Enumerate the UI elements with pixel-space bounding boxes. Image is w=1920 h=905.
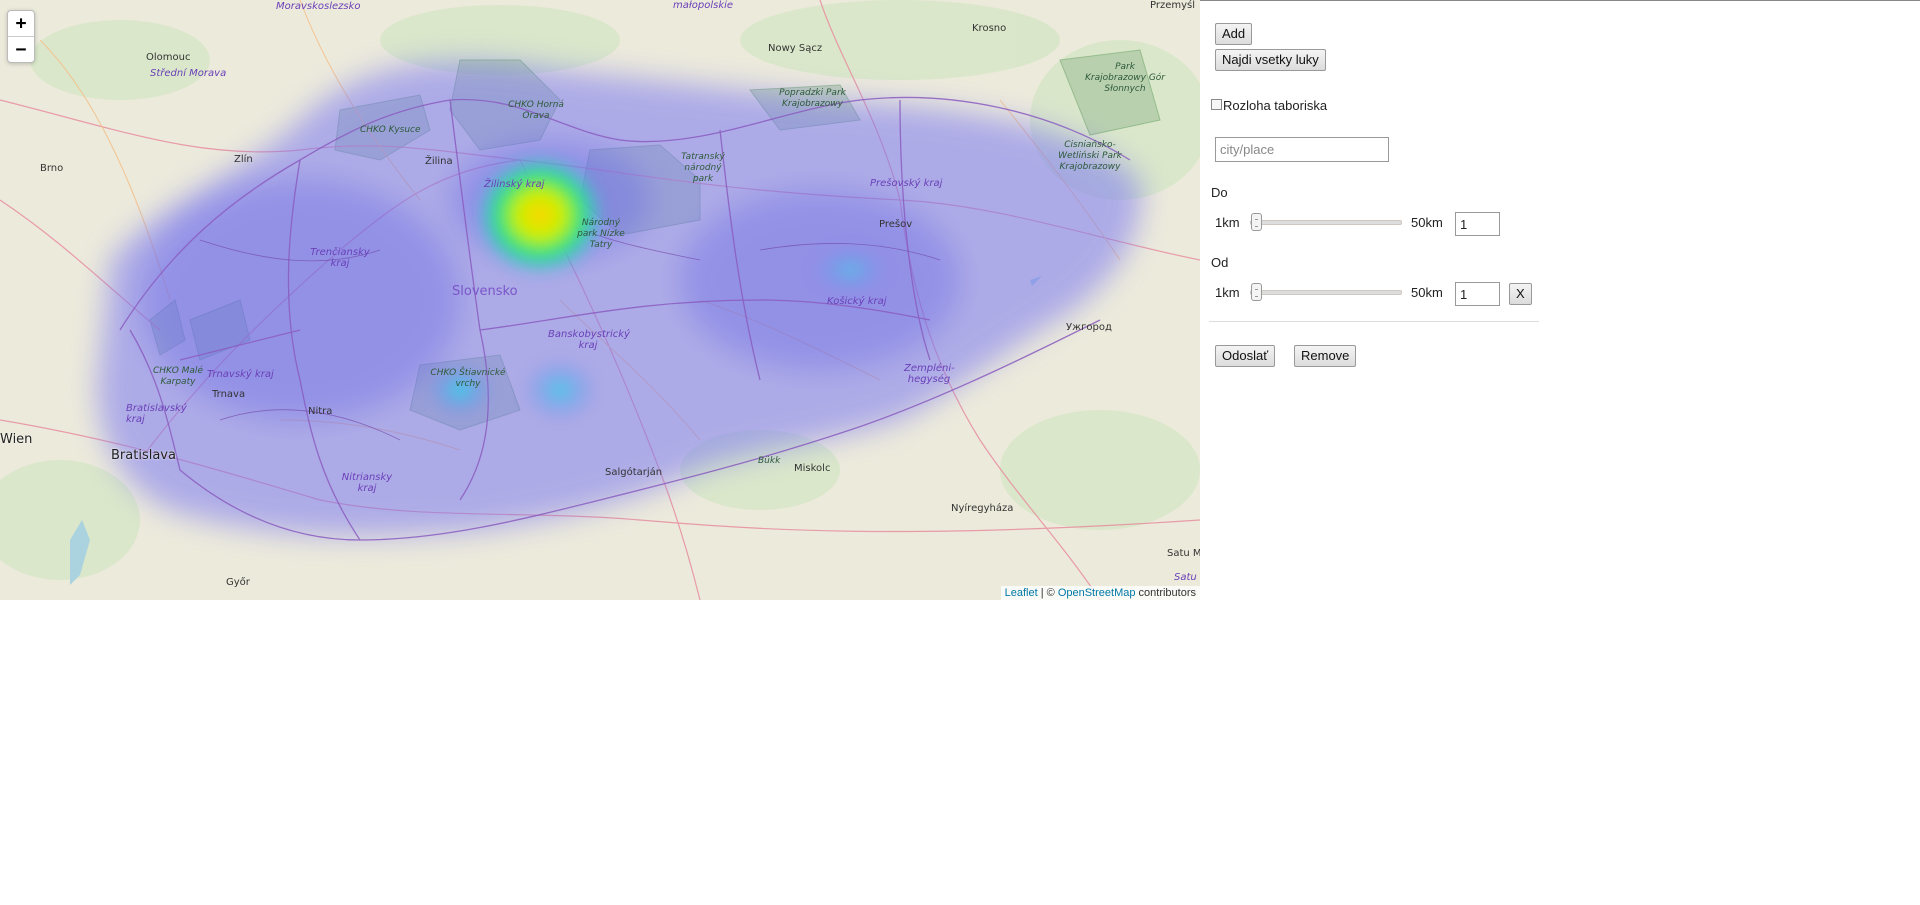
attribution-suffix: contributors: [1135, 587, 1196, 599]
do-min-label: 1km: [1215, 215, 1240, 230]
map-label: Zlín: [234, 154, 253, 165]
map-label: CHKO Malé Karpaty: [153, 366, 203, 387]
do-max-label: 50km: [1411, 215, 1443, 230]
map-label: Trnava: [212, 389, 246, 400]
map-label: CHKO Štiavnické vrchy: [430, 368, 506, 389]
do-label: Do: [1211, 185, 1228, 200]
zoom-control: + −: [7, 10, 35, 63]
map-label: Moravskoslezsko: [276, 1, 361, 12]
control-panel: Add Najdi vsetky luky Rozloha taboriska …: [1200, 0, 1920, 905]
find-all-button[interactable]: Najdi vsetky luky: [1215, 49, 1326, 71]
do-slider-track[interactable]: [1250, 220, 1402, 225]
zoom-in-button[interactable]: +: [8, 11, 34, 36]
map-label: Žilinský kraj: [484, 179, 545, 190]
od-slider-thumb[interactable]: [1251, 283, 1262, 301]
map-label: Salgótarján: [605, 467, 663, 478]
od-value-input[interactable]: [1455, 282, 1500, 306]
map-label: Prešovský kraj: [870, 178, 943, 189]
map-label: Miskolc: [794, 463, 831, 474]
od-max-label: 50km: [1411, 285, 1443, 300]
map-label: Zempléni-hegység: [904, 363, 955, 385]
map-label: CHKO Horná Orava: [508, 100, 564, 121]
map-label: Žilina: [425, 156, 453, 167]
map-label: Wien: [0, 432, 33, 447]
clear-button[interactable]: X: [1509, 283, 1532, 305]
send-button[interactable]: Odoslať: [1215, 345, 1276, 367]
map-label: Slovensko: [452, 284, 518, 299]
map-label: Národný park Nízke Tatry: [577, 218, 625, 250]
divider: [1209, 321, 1539, 322]
map-tiles: [0, 0, 1200, 600]
map-label: Tatranský národný park: [681, 152, 725, 184]
map-label: Bükk: [758, 456, 781, 466]
map-label: Trnavský kraj: [207, 369, 274, 380]
zoom-out-button[interactable]: −: [8, 36, 34, 62]
map-label: małopolskie: [673, 0, 734, 11]
od-label: Od: [1211, 255, 1229, 270]
map-label: Olomouc: [146, 52, 191, 63]
map-label: Satu: [1174, 572, 1197, 583]
map-label: Košický kraj: [827, 296, 887, 307]
map-label: Brno: [40, 163, 64, 174]
map-label: Nowy Sącz: [768, 43, 823, 54]
map-label: Przemyśl: [1150, 0, 1196, 11]
remove-button[interactable]: Remove: [1294, 345, 1357, 367]
camp-area-label: Rozloha taboriska: [1223, 98, 1328, 113]
do-slider-thumb[interactable]: [1251, 213, 1262, 231]
od-slider-track[interactable]: [1250, 290, 1402, 295]
do-value-input[interactable]: [1455, 212, 1500, 236]
map-attribution: Leaflet | © OpenStreetMap contributors: [1000, 586, 1200, 600]
camp-area-checkbox[interactable]: [1211, 99, 1222, 110]
map-label: Nyíregyháza: [951, 503, 1014, 514]
map-label: CHKO Kysuce: [360, 125, 421, 135]
map-label: Krosno: [972, 23, 1007, 34]
map-label: Popradzki Park Krajobrazowy: [779, 88, 846, 109]
add-button[interactable]: Add: [1215, 23, 1253, 45]
openstreetmap-link[interactable]: OpenStreetMap: [1058, 587, 1136, 599]
map-label: Ужгород: [1066, 322, 1112, 333]
map-label: Trenčiansky kraj: [310, 247, 370, 269]
map-label: Střední Morava: [150, 68, 227, 79]
map-label: Cisniańsko-Wetliński Park Krajobrazowy: [1058, 140, 1122, 172]
map-label: Satu M: [1167, 548, 1200, 559]
map[interactable]: Moravskoslezsko małopolskie Przemyśl Kro…: [0, 0, 1200, 600]
map-label: Győr: [226, 577, 250, 588]
map-label: Bratislava: [111, 448, 176, 463]
map-label: Nitra: [308, 406, 333, 417]
map-label: Prešov: [879, 219, 913, 230]
city-place-input[interactable]: [1215, 137, 1389, 162]
od-min-label: 1km: [1215, 285, 1240, 300]
map-label: Nitriansky kraj: [341, 472, 393, 494]
map-label: Park Krajobrazowy Gór Słonnych: [1085, 62, 1166, 94]
leaflet-link[interactable]: Leaflet: [1005, 587, 1038, 599]
attribution-separator: | ©: [1037, 587, 1058, 599]
map-label: Banskobystrický kraj: [548, 329, 630, 351]
map-label: Bratislavský kraj: [126, 403, 187, 425]
